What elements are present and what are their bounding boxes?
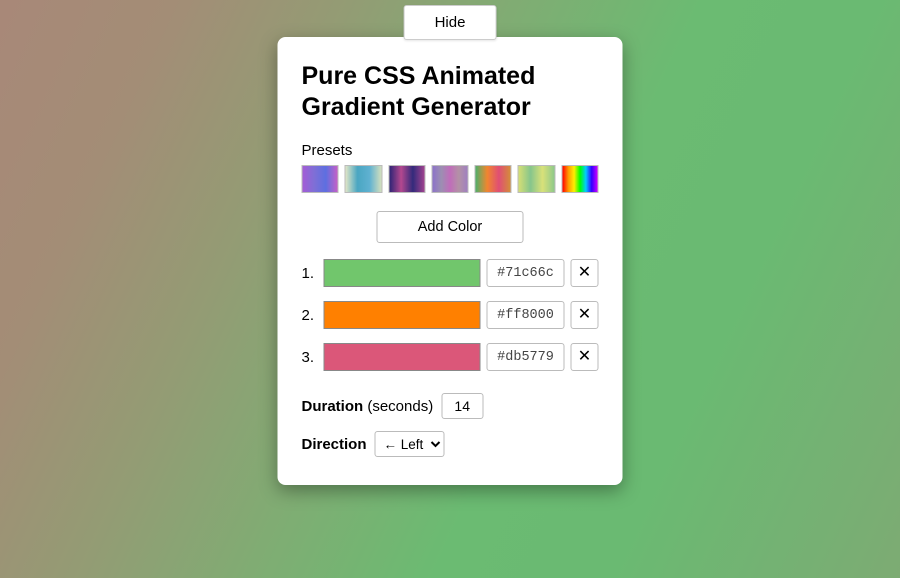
color-number: 3. bbox=[302, 349, 318, 366]
preset-2[interactable] bbox=[345, 165, 382, 193]
direction-row: Direction ← Left bbox=[302, 431, 599, 457]
color-swatch-1[interactable] bbox=[324, 259, 481, 287]
preset-1[interactable] bbox=[302, 165, 339, 193]
duration-row: Duration (seconds) bbox=[302, 393, 599, 419]
hide-button[interactable]: Hide bbox=[404, 5, 497, 40]
direction-label: Direction bbox=[302, 436, 367, 453]
close-icon: ✕ bbox=[578, 265, 591, 281]
generator-panel: Pure CSS Animated Gradient Generator Pre… bbox=[278, 37, 623, 485]
color-swatch-2[interactable] bbox=[324, 301, 481, 329]
duration-input[interactable] bbox=[441, 393, 483, 419]
presets-row bbox=[302, 165, 599, 193]
preset-7[interactable] bbox=[561, 165, 598, 193]
duration-label: Duration (seconds) bbox=[302, 398, 434, 415]
page-title: Pure CSS Animated Gradient Generator bbox=[302, 61, 599, 122]
presets-label: Presets bbox=[302, 142, 599, 159]
color-swatch-3[interactable] bbox=[324, 343, 481, 371]
color-hex-input-1[interactable] bbox=[487, 259, 565, 287]
remove-color-button-1[interactable]: ✕ bbox=[571, 259, 599, 287]
direction-select[interactable]: ← Left bbox=[375, 431, 445, 457]
color-row: 3. ✕ bbox=[302, 343, 599, 371]
color-number: 2. bbox=[302, 307, 318, 324]
add-color-row: Add Color bbox=[302, 211, 599, 243]
color-row: 1. ✕ bbox=[302, 259, 599, 287]
color-hex-input-3[interactable] bbox=[487, 343, 565, 371]
preset-6[interactable] bbox=[518, 165, 555, 193]
color-hex-input-2[interactable] bbox=[487, 301, 565, 329]
close-icon: ✕ bbox=[578, 307, 591, 323]
color-row: 2. ✕ bbox=[302, 301, 599, 329]
preset-5[interactable] bbox=[475, 165, 512, 193]
preset-3[interactable] bbox=[388, 165, 425, 193]
add-color-button[interactable]: Add Color bbox=[377, 211, 523, 243]
preset-4[interactable] bbox=[431, 165, 468, 193]
color-number: 1. bbox=[302, 265, 318, 282]
remove-color-button-3[interactable]: ✕ bbox=[571, 343, 599, 371]
color-list: 1. ✕ 2. ✕ 3. ✕ bbox=[302, 259, 599, 371]
remove-color-button-2[interactable]: ✕ bbox=[571, 301, 599, 329]
close-icon: ✕ bbox=[578, 349, 591, 365]
